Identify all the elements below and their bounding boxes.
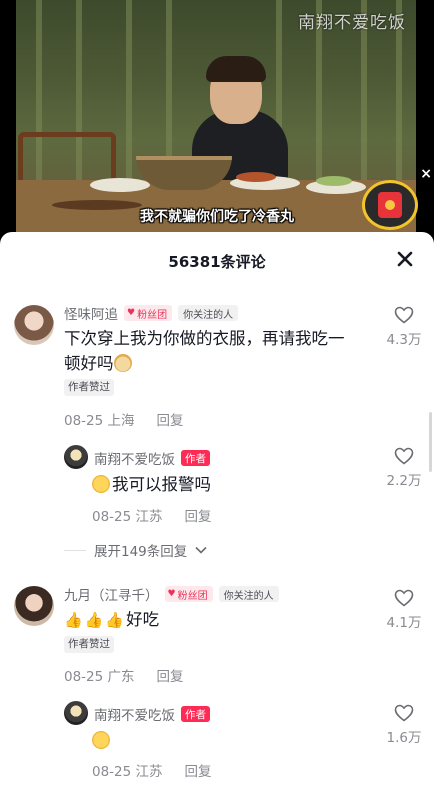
video-player[interactable]: 南翔不爱吃饭 我不就骗你们吃了冷香丸 × bbox=[0, 0, 434, 232]
red-envelope-icon bbox=[378, 192, 402, 218]
reply-username[interactable]: 南翔不爱吃饭 bbox=[94, 704, 175, 724]
reply-location: 江苏 bbox=[135, 509, 163, 525]
following-badge: 你关注的人 bbox=[218, 586, 279, 602]
comment-count-title: 56381条评论 bbox=[168, 253, 266, 271]
like-count: 2.2万 bbox=[386, 473, 422, 489]
reply-button[interactable]: 回复 bbox=[185, 760, 212, 780]
comment-username[interactable]: 怪味阿追 bbox=[64, 303, 118, 323]
comment-meta: 08-25 广东 回复 bbox=[64, 665, 184, 685]
scrollbar[interactable] bbox=[429, 412, 432, 472]
like-count: 4.1万 bbox=[386, 615, 422, 631]
author-liked-tag: 作者赞过 bbox=[64, 636, 114, 653]
heart-outline-icon bbox=[394, 447, 414, 465]
like-button[interactable]: 4.3万 bbox=[384, 306, 424, 348]
avatar[interactable] bbox=[64, 701, 88, 725]
avatar[interactable] bbox=[14, 305, 54, 345]
author-badge: 作者 bbox=[181, 450, 210, 466]
pleading-face-emoji-icon bbox=[92, 731, 110, 749]
heart-outline-icon bbox=[394, 306, 414, 324]
reply-location: 江苏 bbox=[135, 764, 163, 780]
comment-location: 上海 bbox=[107, 413, 135, 429]
reply-button[interactable]: 回复 bbox=[185, 505, 212, 525]
divider bbox=[64, 549, 86, 551]
video-watermark: 南翔不爱吃饭 bbox=[298, 13, 406, 33]
heart-badge-icon: ♥ bbox=[167, 589, 176, 599]
thumbs-up-emoji-icon: 👍 bbox=[84, 611, 104, 629]
dog-face-emoji-icon bbox=[113, 354, 132, 372]
like-button[interactable]: 4.1万 bbox=[384, 589, 424, 631]
comment-text: 下次穿上我为你做的衣服，再请我吃一 顿好吗 bbox=[64, 329, 345, 373]
fan-club-badge: ♥ 粉丝团 bbox=[124, 305, 173, 321]
comment-sheet-header: 56381条评论 bbox=[0, 232, 434, 288]
comment-username[interactable]: 九月（江寻千） bbox=[64, 584, 159, 604]
close-icon[interactable] bbox=[396, 250, 414, 268]
heart-badge-icon: ♥ bbox=[127, 308, 136, 318]
comment-location: 广东 bbox=[107, 669, 135, 685]
reply-button[interactable]: 回复 bbox=[157, 409, 184, 429]
fan-club-badge: ♥ 粉丝团 bbox=[164, 586, 213, 602]
avatar[interactable] bbox=[14, 586, 54, 626]
heart-outline-icon bbox=[394, 704, 414, 722]
reply-date: 08-25 bbox=[92, 509, 132, 525]
comment-meta: 08-25 上海 回复 bbox=[64, 409, 184, 429]
avatar[interactable] bbox=[64, 445, 88, 469]
reply-meta: 08-25 江苏 回复 bbox=[92, 505, 212, 525]
shy-face-emoji-icon bbox=[92, 475, 110, 493]
comment-date: 08-25 bbox=[64, 669, 104, 685]
thumbs-up-emoji-icon: 👍 bbox=[105, 611, 125, 629]
author-badge: 作者 bbox=[181, 706, 210, 722]
reply-date: 08-25 bbox=[92, 764, 132, 780]
reply-username[interactable]: 南翔不爱吃饭 bbox=[94, 448, 175, 468]
expand-replies-button[interactable]: 展开149条回复 bbox=[64, 540, 207, 560]
author-liked-tag: 作者赞过 bbox=[64, 379, 114, 396]
chevron-down-icon bbox=[195, 546, 207, 554]
heart-outline-icon bbox=[394, 589, 414, 607]
red-envelope-button[interactable] bbox=[362, 180, 418, 230]
like-count: 1.6万 bbox=[386, 730, 422, 746]
video-frame bbox=[16, 0, 416, 232]
comment-sheet: 56381条评论 怪味阿追 ♥ 粉丝团 你关注的人 下次穿上我为你做的衣服，再请我… bbox=[0, 232, 434, 786]
thumbs-up-emoji-icon: 👍 bbox=[64, 611, 83, 629]
reply-text: 我可以报警吗 bbox=[92, 472, 211, 497]
close-video-icon[interactable]: × bbox=[420, 166, 432, 182]
reply-button[interactable]: 回复 bbox=[157, 665, 184, 685]
following-badge: 你关注的人 bbox=[178, 305, 239, 321]
like-count: 4.3万 bbox=[386, 332, 422, 348]
like-button[interactable]: 1.6万 bbox=[384, 704, 424, 746]
comment-date: 08-25 bbox=[64, 413, 104, 429]
like-button[interactable]: 2.2万 bbox=[384, 447, 424, 489]
comment-text: 👍 👍 👍 好吃 bbox=[64, 607, 159, 633]
reply-text bbox=[92, 728, 112, 753]
reply-meta: 08-25 江苏 回复 bbox=[92, 760, 212, 780]
